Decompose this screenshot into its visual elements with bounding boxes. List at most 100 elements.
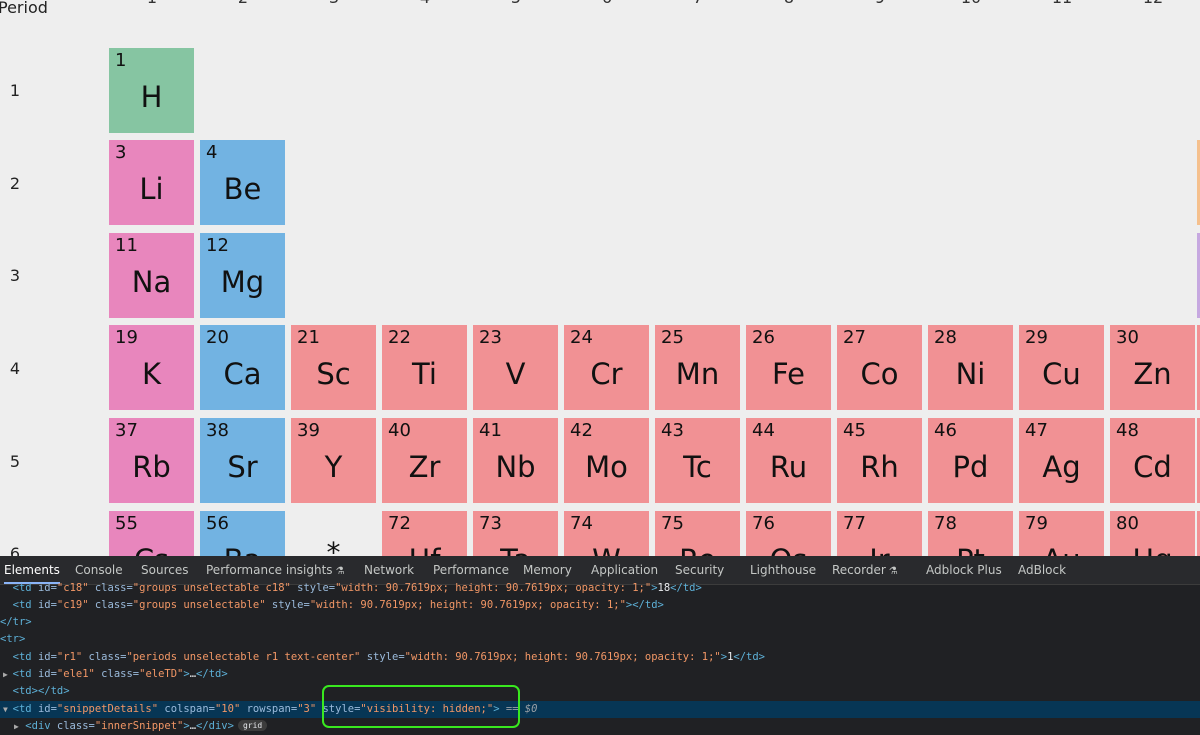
element-symbol: Ta: [473, 543, 558, 556]
element-symbol: H: [140, 80, 163, 114]
element-cell-ag[interactable]: 47 Ag: [1019, 418, 1104, 503]
element-symbol: Mn: [675, 357, 720, 391]
atomic-number: 42: [570, 420, 593, 441]
period-number: 5: [9, 452, 21, 471]
element-cell-tc[interactable]: 43 Tc: [655, 418, 740, 503]
element-cell-be[interactable]: 4 Be: [200, 140, 285, 225]
element-cell-cs[interactable]: 55 Cs: [109, 511, 194, 556]
attr-id: "snippetDetails": [56, 703, 159, 715]
element-cell-mn[interactable]: 25 Mn: [655, 325, 740, 410]
element-symbol: Cs: [109, 543, 194, 556]
atomic-number: 76: [752, 513, 775, 534]
element-cell-nb[interactable]: 41 Nb: [473, 418, 558, 503]
element-cell-w[interactable]: 74 W: [564, 511, 649, 556]
element-cell-y[interactable]: 39 Y: [291, 418, 376, 503]
element-cell-zn[interactable]: 30 Zn: [1110, 325, 1195, 410]
element-cell-cd[interactable]: 48 Cd: [1110, 418, 1195, 503]
dom-node-close-tr[interactable]: </tr>: [0, 614, 1200, 631]
element-cell-sc[interactable]: 21 Sc: [291, 325, 376, 410]
atomic-number: 79: [1025, 513, 1048, 534]
attr-class: "eleTD": [139, 668, 184, 680]
dom-node-tr[interactable]: <tr>: [0, 631, 1200, 648]
tab-label: Console: [75, 563, 123, 577]
element-cell-ni[interactable]: 28 Ni: [928, 325, 1013, 410]
tab-label: Memory: [523, 563, 572, 577]
dom-node-td-c18[interactable]: <td id="c18" class="groups unselectable …: [0, 580, 1200, 597]
element-cell-ti[interactable]: 22 Ti: [382, 325, 467, 410]
period-number: 1: [9, 81, 21, 100]
element-cell-ta[interactable]: 73 Ta: [473, 511, 558, 556]
atomic-number: 55: [115, 513, 138, 534]
dom-node-td-c19[interactable]: <td id="c19" class="groups unselectable"…: [0, 597, 1200, 614]
tab-label: Elements: [4, 563, 60, 577]
element-symbol: Sc: [316, 357, 351, 391]
period-number: 2: [9, 174, 21, 193]
element-symbol: K: [141, 357, 162, 391]
element-symbol: Pd: [952, 450, 989, 484]
element-cell-h[interactable]: 1H: [109, 48, 194, 133]
collapse-arrow-icon[interactable]: ▼: [3, 701, 8, 718]
element-cell-cu[interactable]: 29 Cu: [1019, 325, 1104, 410]
element-cell-mo[interactable]: 42 Mo: [564, 418, 649, 503]
atomic-number: 30: [1116, 327, 1139, 348]
element-symbol: Na: [131, 265, 172, 299]
dom-node-empty-td[interactable]: <td></td>: [0, 683, 1200, 700]
atomic-number: 22: [388, 327, 411, 348]
element-cell-pd[interactable]: 46 Pd: [928, 418, 1013, 503]
element-cell-hg[interactable]: 80 Hg: [1110, 511, 1195, 556]
dom-node-td-ele1[interactable]: ▶ <td id="ele1" class="eleTD">…</td>: [0, 666, 1200, 683]
atomic-number: 19: [115, 327, 138, 348]
element-cell-cr[interactable]: 24 Cr: [564, 325, 649, 410]
element-cell-hf[interactable]: 72 Hf: [382, 511, 467, 556]
atomic-number: 80: [1116, 513, 1139, 534]
element-symbol: Mo: [585, 450, 628, 484]
atomic-number: 74: [570, 513, 593, 534]
expand-arrow-icon[interactable]: ▶: [14, 718, 19, 735]
element-cell-ir[interactable]: 77 Ir: [837, 511, 922, 556]
element-cell-k[interactable]: 19 K: [109, 325, 194, 410]
element-cell-rh[interactable]: 45 Rh: [837, 418, 922, 503]
element-symbol: Ru: [769, 450, 808, 484]
element-cell-au[interactable]: 79 Au: [1019, 511, 1104, 556]
attr-id: "c19": [56, 599, 89, 611]
element-symbol: Re: [655, 543, 740, 556]
atomic-number: 72: [388, 513, 411, 534]
tab-label: Performance: [433, 563, 510, 577]
close-tr-text: </tr>: [0, 616, 32, 628]
element-cell-mg[interactable]: 12 Mg: [200, 233, 285, 318]
attr-id: "r1": [56, 651, 83, 663]
group-number: 4: [382, 0, 468, 7]
element-cell-ba[interactable]: 56 Ba: [200, 511, 285, 556]
element-cell-sr[interactable]: 38 Sr: [200, 418, 285, 503]
annotation-highlight-outline: [322, 685, 520, 728]
tab-label: Adblock Plus: [926, 563, 1002, 577]
element-cell-re[interactable]: 75 Re: [655, 511, 740, 556]
element-cell-zr[interactable]: 40 Zr: [382, 418, 467, 503]
element-cell-co[interactable]: 27 Co: [837, 325, 922, 410]
element-cell-ca[interactable]: 20 Ca: [200, 325, 285, 410]
element-cell-li[interactable]: 3 Li: [109, 140, 194, 225]
dom-node-td-snippetdetails-selected[interactable]: ▼ <td id="snippetDetails" colspan="10" r…: [0, 701, 1200, 718]
element-symbol: Hg: [1110, 543, 1195, 556]
element-symbol: Tc: [683, 450, 712, 484]
dom-node-td-r1[interactable]: <td id="r1" class="periods unselectable …: [0, 649, 1200, 666]
group-number: 2: [200, 0, 286, 7]
element-symbol: Y: [324, 450, 343, 484]
element-cell-v[interactable]: 23 V: [473, 325, 558, 410]
element-cell-rb[interactable]: 37 Rb: [109, 418, 194, 503]
dom-node-div-innersnippet[interactable]: ▶ <div class="innerSnippet">…</div> grid: [0, 718, 1200, 735]
element-cell-os[interactable]: 76 Os: [746, 511, 831, 556]
grid-badge[interactable]: grid: [237, 720, 268, 731]
attr-class: "groups unselectable": [132, 599, 266, 611]
expand-arrow-icon[interactable]: ▶: [3, 666, 8, 683]
element-symbol: Ba: [200, 543, 285, 556]
group-number: 11: [1019, 0, 1105, 7]
atomic-number: 48: [1116, 420, 1139, 441]
element-cell-fe[interactable]: 26 Fe: [746, 325, 831, 410]
element-symbol: Cu: [1042, 357, 1081, 391]
element-cell-na[interactable]: 11 Na: [109, 233, 194, 318]
element-cell-pt[interactable]: 78 Pt: [928, 511, 1013, 556]
atomic-number: 1: [115, 50, 127, 71]
element-cell-ru[interactable]: 44 Ru: [746, 418, 831, 503]
atomic-number: 75: [661, 513, 684, 534]
